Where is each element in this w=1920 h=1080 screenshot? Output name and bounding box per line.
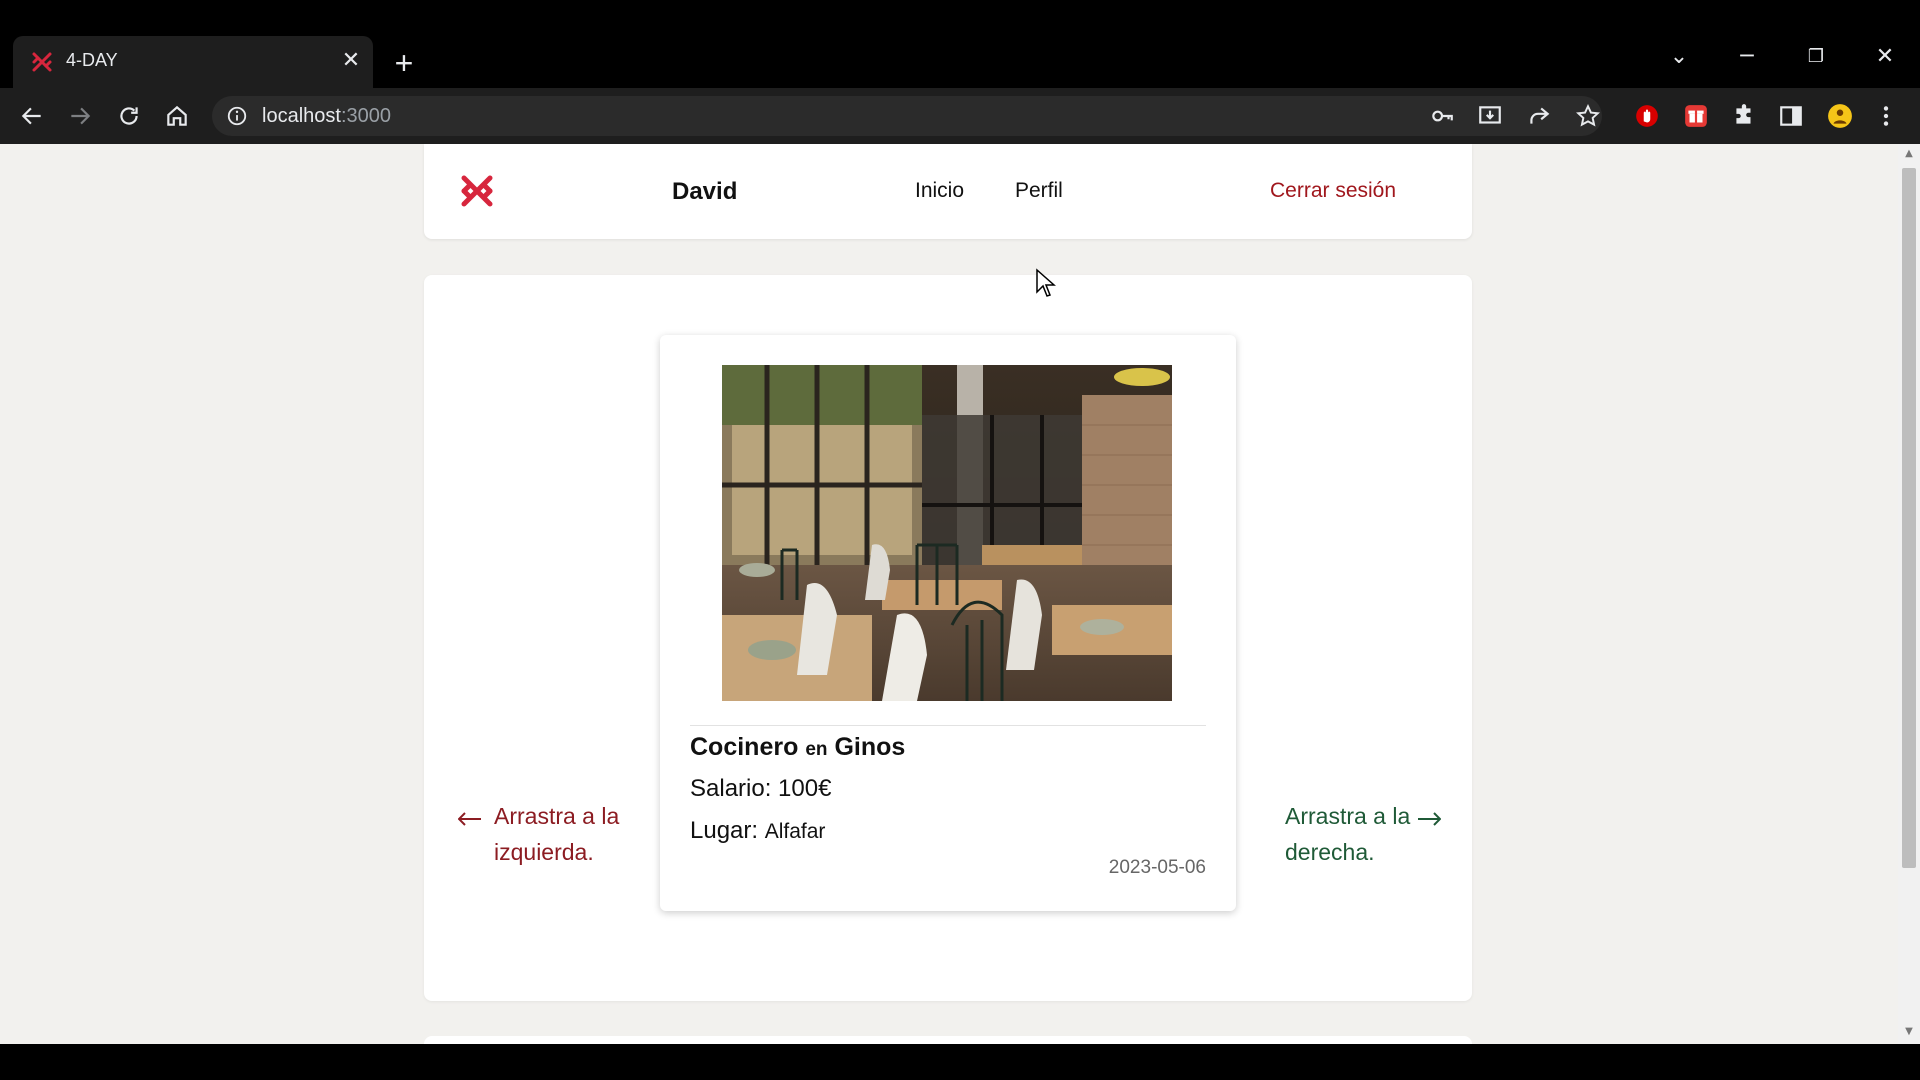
side-panel-icon[interactable]: [1775, 100, 1807, 132]
user-name: David: [672, 178, 738, 205]
offer-date: 2023-05-06: [1108, 857, 1206, 878]
job-position: Cocinero: [690, 733, 799, 761]
company-name: Ginos: [834, 733, 906, 761]
nav-link-perfil[interactable]: Perfil: [1015, 179, 1063, 203]
bookmark-star-icon[interactable]: [1572, 100, 1604, 132]
scroll-down-icon[interactable]: ▼: [1903, 1026, 1915, 1038]
swipe-left-text: Arrastra a la izquierda.: [494, 803, 620, 865]
offers-panel: Arrastra a la izquierda. Cocinero en Gin…: [424, 275, 1472, 1001]
page-scrollbar[interactable]: ▲ ▼: [1898, 144, 1920, 1044]
share-icon[interactable]: [1523, 100, 1555, 132]
address-bar[interactable]: localhost:3000: [212, 96, 1602, 136]
app-navbar: David Inicio Perfil Cerrar sesión: [424, 144, 1472, 239]
app-logo-icon[interactable]: [458, 172, 496, 210]
card-divider: [690, 725, 1206, 726]
salary-label: Salario:: [690, 775, 772, 802]
logout-link[interactable]: Cerrar sesión: [1270, 179, 1396, 203]
password-key-icon[interactable]: [1426, 100, 1458, 132]
next-panel: [424, 1036, 1472, 1044]
place: Lugar: Alfafar: [690, 817, 825, 845]
app-favicon-icon: [32, 52, 52, 72]
scroll-thumb[interactable]: [1902, 168, 1916, 868]
minimize-icon[interactable]: ─: [1730, 40, 1764, 74]
new-tab-icon[interactable]: +: [388, 47, 420, 80]
restaurant-photo: [722, 365, 1172, 701]
browser-menu-icon[interactable]: [1870, 100, 1902, 132]
site-info-icon[interactable]: [226, 105, 248, 127]
scroll-up-icon[interactable]: ▲: [1903, 148, 1915, 160]
job-connector: en: [805, 739, 828, 760]
browser-tab[interactable]: 4-DAY ✕: [13, 36, 373, 88]
restore-icon[interactable]: ❐: [1799, 40, 1833, 74]
close-window-icon[interactable]: ✕: [1868, 40, 1902, 74]
reload-icon[interactable]: [113, 100, 145, 132]
url-text: localhost:3000: [262, 105, 391, 127]
forward-icon[interactable]: [64, 100, 96, 132]
place-value: Alfafar: [764, 820, 826, 843]
job-title: Cocinero en Ginos: [690, 733, 905, 762]
browser-tabstrip: 4-DAY ✕ + ⌄ ─ ❐ ✕: [0, 0, 1920, 88]
salary: Salario: 100€: [690, 775, 831, 803]
page-viewport: David Inicio Perfil Cerrar sesión Arrast…: [0, 144, 1920, 1044]
nav-link-inicio[interactable]: Inicio: [915, 179, 964, 203]
mouse-cursor-icon: [1036, 268, 1056, 297]
job-offer-card[interactable]: Cocinero en Ginos Salario: 100€ Lugar: A…: [660, 335, 1236, 911]
home-icon[interactable]: [161, 100, 193, 132]
salary-value: 100€: [778, 775, 832, 802]
gift-extension-icon[interactable]: [1680, 100, 1712, 132]
place-label: Lugar:: [690, 817, 759, 844]
back-icon[interactable]: [16, 100, 48, 132]
browser-toolbar: localhost:3000: [0, 88, 1920, 144]
install-app-icon[interactable]: [1474, 100, 1506, 132]
close-tab-icon[interactable]: ✕: [339, 49, 363, 73]
extensions-puzzle-icon[interactable]: [1728, 100, 1760, 132]
tab-search-icon[interactable]: ⌄: [1662, 40, 1696, 74]
arrow-left-icon: [458, 812, 481, 826]
profile-avatar-icon[interactable]: [1824, 100, 1856, 132]
swipe-right-text: Arrastra a la derecha.: [1285, 803, 1411, 865]
adblock-extension-icon[interactable]: [1631, 100, 1663, 132]
tab-title: 4-DAY: [66, 50, 118, 70]
arrow-right-icon: [1418, 812, 1441, 826]
